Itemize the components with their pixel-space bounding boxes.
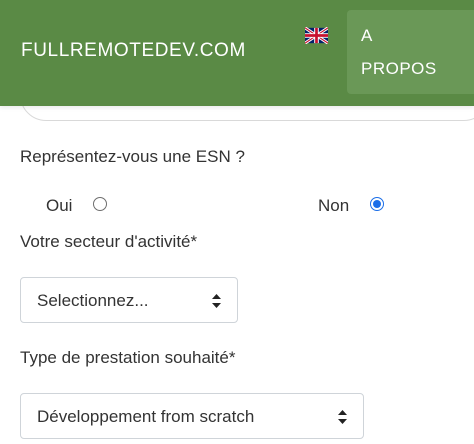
sector-label: Votre secteur d'activité* [20, 232, 198, 251]
brand-logo-text[interactable]: FULLREMOTEDEV.COM [21, 40, 246, 62]
sector-select[interactable]: Selectionnez... [20, 277, 238, 323]
service-type-label: Type de prestation souhaité* [20, 348, 236, 367]
sector-select-value: Selectionnez... [37, 291, 149, 310]
esn-option-non-label[interactable]: Non [318, 196, 349, 216]
service-type-select-value: Développement from scratch [37, 407, 255, 426]
esn-option-oui-label[interactable]: Oui [46, 196, 72, 216]
esn-question-label: Représentez-vous une ESN ? [20, 147, 245, 166]
esn-option-oui-radio[interactable] [93, 197, 107, 211]
select-arrows-icon [338, 410, 347, 424]
select-arrows-icon [212, 294, 221, 308]
uk-flag-icon[interactable] [305, 27, 328, 44]
top-navbar: FULLREMOTEDEV.COM A PROPOS [0, 0, 474, 106]
esn-option-non-radio[interactable] [370, 197, 384, 211]
nav-about-label-line2: PROPOS [361, 59, 437, 78]
service-type-select[interactable]: Développement from scratch [20, 393, 364, 439]
nav-about-label-line1: A [361, 26, 373, 45]
nav-about-button[interactable]: A PROPOS [347, 10, 474, 94]
